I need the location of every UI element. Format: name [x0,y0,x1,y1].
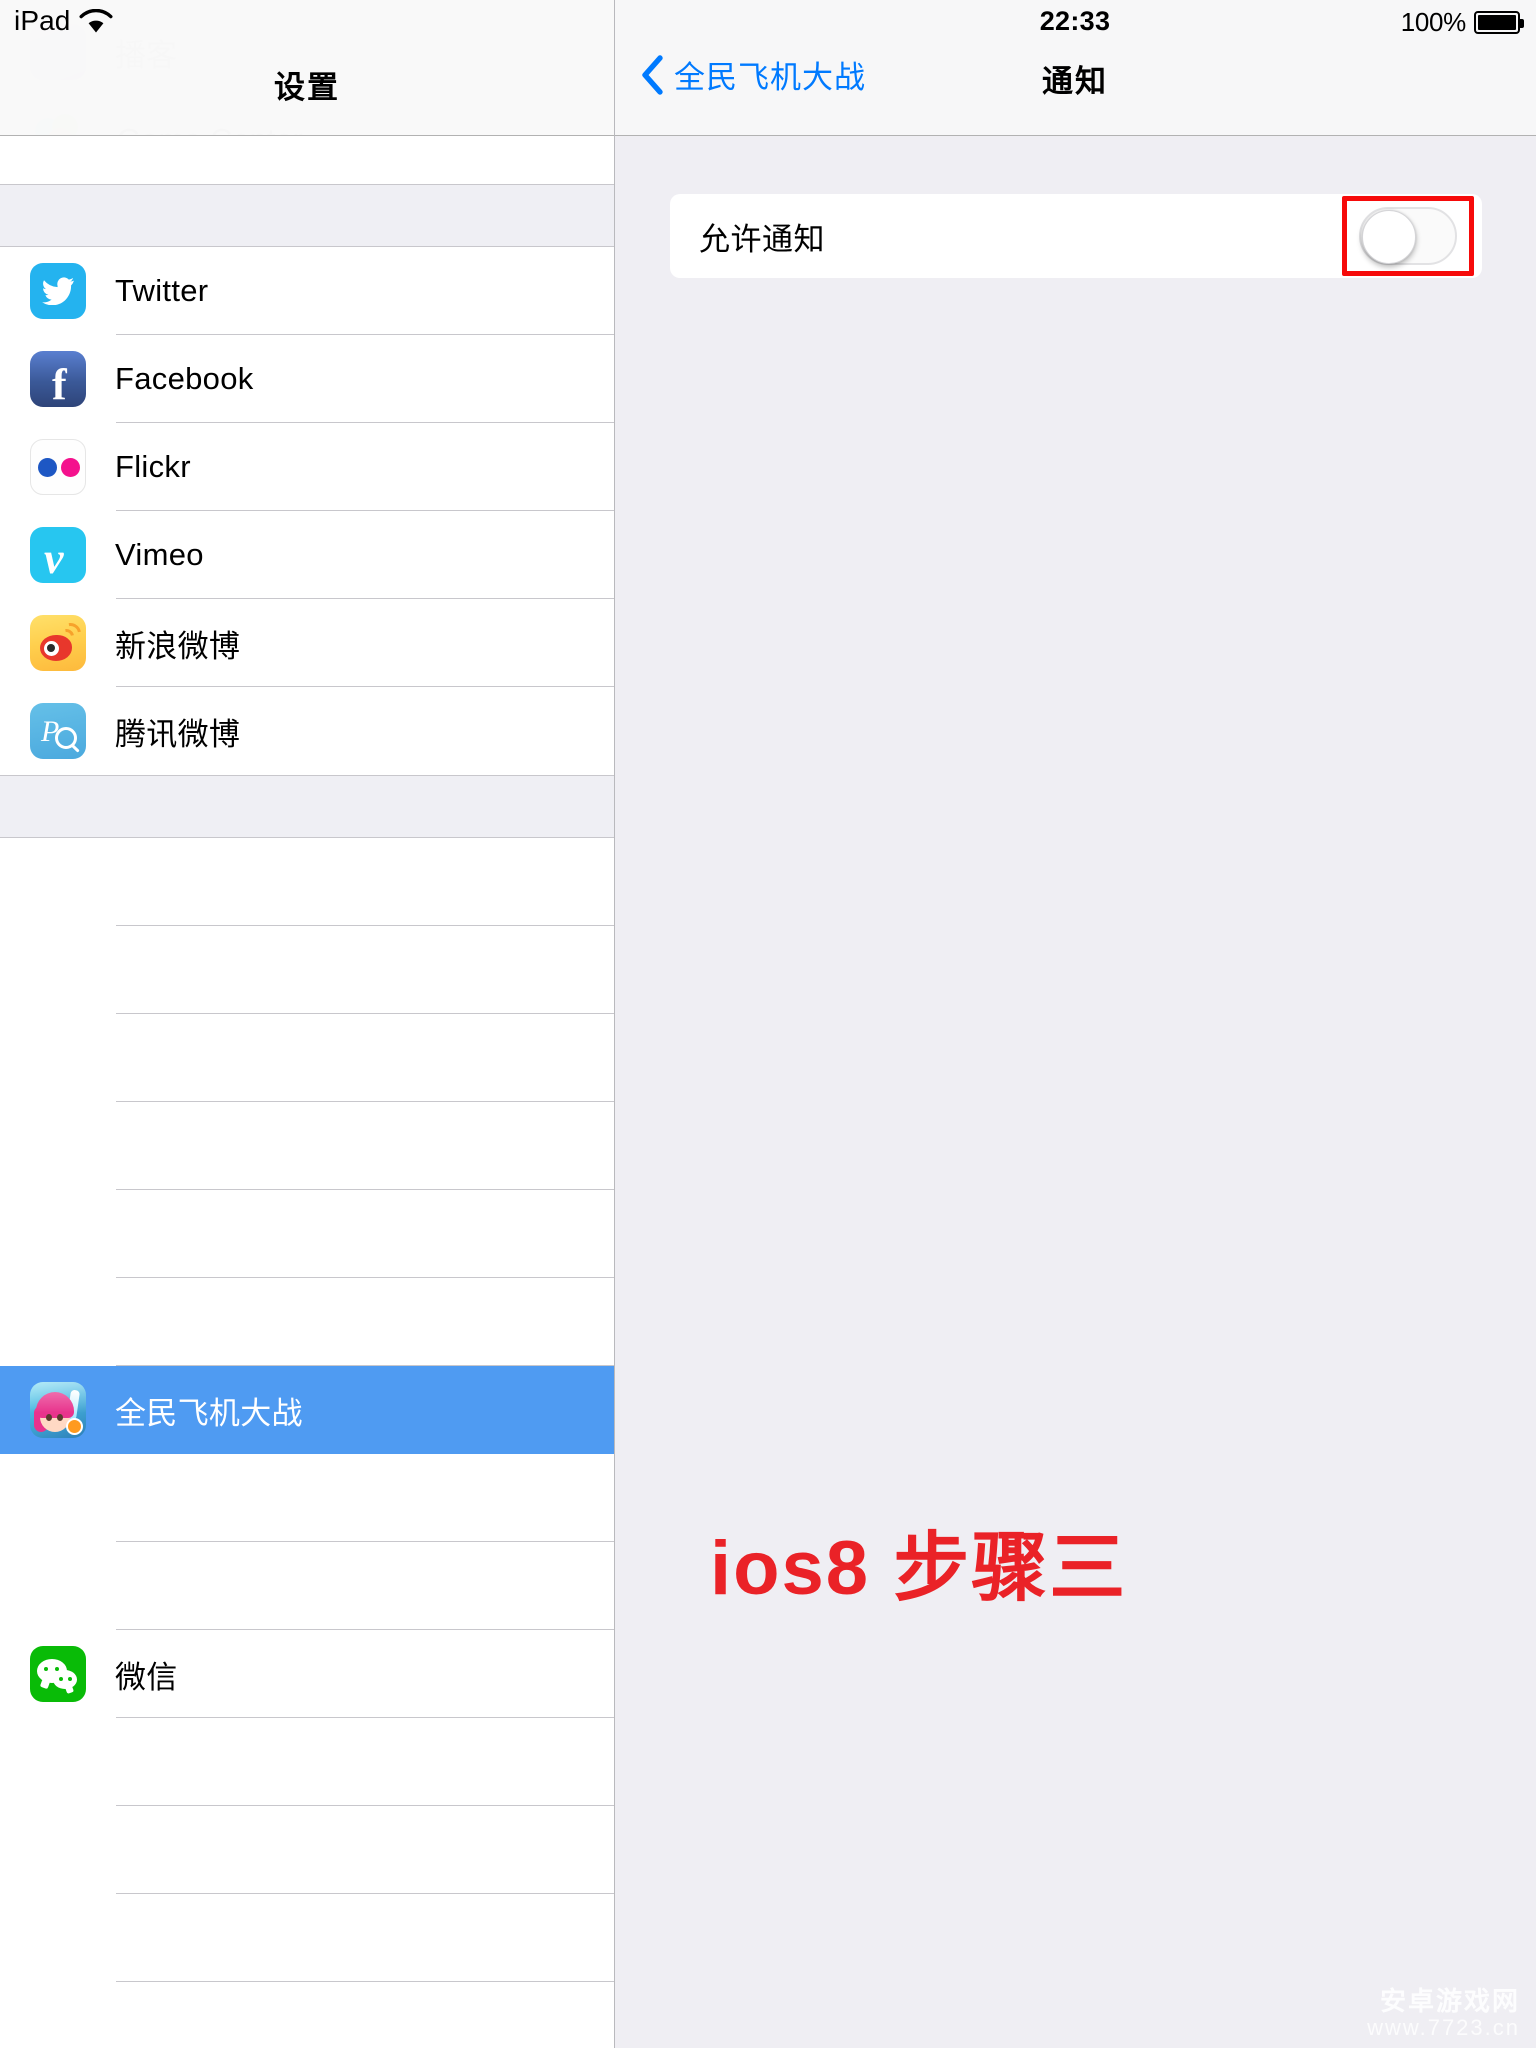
annotation-label: 步骤三 [893,1526,1128,1611]
annotation-text: ios8 步骤三 [710,1506,1127,1616]
tencent-weibo-icon: P [30,703,86,759]
social-accounts-group: Twitter f Facebook Flickr v Vimeo 新浪微博 P… [0,247,614,775]
sidebar-item-flickr[interactable]: Flickr [0,423,614,511]
allow-notifications-toggle[interactable] [1359,207,1457,265]
sidebar-item-label: Twitter [115,273,209,308]
sidebar-item-wechat[interactable]: 微信 [0,1630,614,1718]
detail-content: 允许通知 ios8 步骤三 [614,136,1536,2048]
sidebar-item-label: 微信 [115,1659,178,1695]
list-item[interactable] [0,1806,614,1894]
app-notifications-group: 全民飞机大战 微信 [0,838,614,2048]
list-item[interactable] [0,1102,614,1190]
facebook-icon: f [30,351,86,407]
sidebar-item-sina-weibo[interactable]: 新浪微博 [0,599,614,687]
sidebar-item-label: 全民飞机大战 [115,1395,303,1431]
annotation-prefix: ios8 [710,1526,871,1611]
page-title: 设置 [274,70,340,105]
list-item[interactable] [0,1454,614,1542]
list-item[interactable] [0,1542,614,1630]
sidebar-item-label: 腾讯微博 [115,716,241,752]
wechat-icon [30,1646,86,1702]
twitter-icon [30,263,86,319]
sidebar-item-label: Vimeo [115,537,204,572]
allow-notifications-label: 允许通知 [699,221,825,257]
sidebar-navbar: 设置 [0,0,614,136]
detail-navbar: 全民飞机大战 通知 [614,0,1536,136]
watermark-url: www.7723.cn [1367,2014,1520,2040]
list-item[interactable] [0,1190,614,1278]
sidebar-item-label: Flickr [115,449,191,484]
sidebar-item-quanmin-feiji-dazhan[interactable]: 全民飞机大战 [0,1366,614,1454]
detail-page-title: 通知 [1042,64,1108,99]
sidebar-item-facebook[interactable]: f Facebook [0,335,614,423]
list-item[interactable] [0,838,614,926]
list-item[interactable] [0,1718,614,1806]
list-item[interactable] [0,1982,614,2048]
sina-weibo-icon [30,615,86,671]
sidebar-item-twitter[interactable]: Twitter [0,247,614,335]
flickr-icon [30,439,86,495]
section-gap [0,775,614,838]
sidebar-scroll-area[interactable]: Twitter f Facebook Flickr v Vimeo 新浪微博 P… [0,136,614,2048]
pane-divider [614,0,615,2048]
watermark: 安卓游戏网 www.7723.cn [1367,1987,1520,2040]
watermark-site-name: 安卓游戏网 [1379,1986,1520,2017]
sidebar-item-tencent-weibo[interactable]: P 腾讯微博 [0,687,614,775]
sidebar-item-label: Facebook [115,361,254,396]
sidebar-item-label: 新浪微博 [115,628,241,664]
section-gap [0,184,614,247]
allow-notifications-row[interactable]: 允许通知 [670,194,1482,278]
ipad-split-view: 播客 Game Center 设置 iPad [0,0,1536,2048]
toggle-knob[interactable] [1362,210,1416,264]
sidebar-item-vimeo[interactable]: v Vimeo [0,511,614,599]
quanmin-feiji-dazhan-icon [30,1382,86,1438]
vimeo-icon: v [30,527,86,583]
notifications-detail-pane: 全民飞机大战 通知 22:33 100% 允许通知 ios8 步骤三 [614,0,1536,2048]
list-item[interactable] [0,926,614,1014]
list-item[interactable] [0,1014,614,1102]
list-item[interactable] [0,1278,614,1366]
settings-sidebar: 播客 Game Center 设置 iPad [0,0,614,2048]
list-item[interactable] [0,1894,614,1982]
